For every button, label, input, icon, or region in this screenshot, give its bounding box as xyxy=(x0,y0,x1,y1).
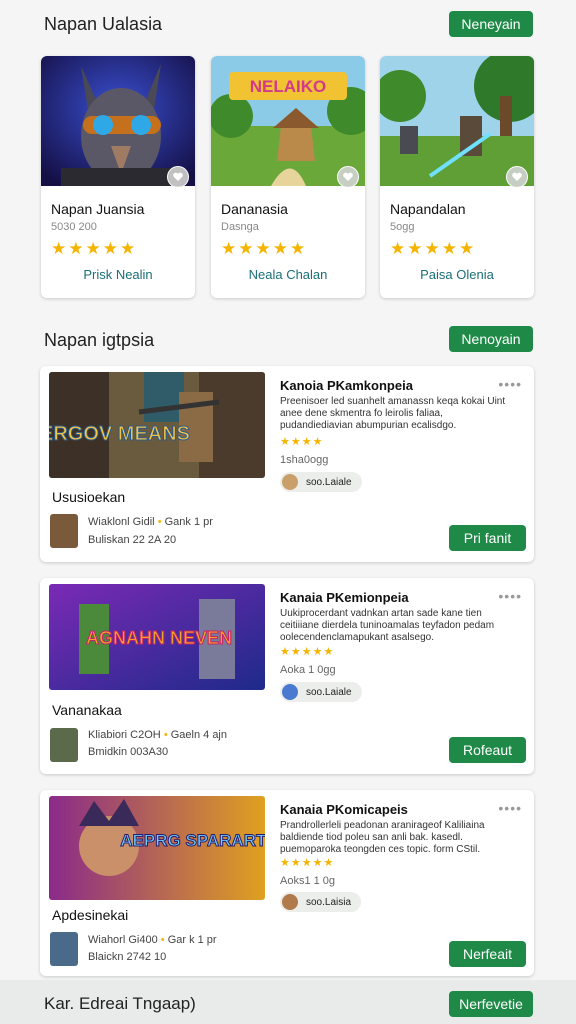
play-button[interactable]: Pri fanit xyxy=(449,525,526,551)
section-title: Napan Ualasia xyxy=(44,14,163,34)
see-all-button[interactable]: Nenoyain xyxy=(449,326,533,352)
avatar xyxy=(50,932,78,966)
art-title: ERGOV MEANS xyxy=(49,423,190,445)
game-title: Napan Juansia xyxy=(51,201,145,217)
publisher-pill[interactable]: soo.Laisia xyxy=(280,892,362,912)
item-description: Prandrollerleli peadonan aranirageof Kal… xyxy=(280,820,485,855)
favorite-icon[interactable] xyxy=(337,166,359,188)
item-title: Kanoia PKamkonpeia xyxy=(280,378,413,393)
item-name: Apdesinekai xyxy=(52,907,129,923)
rating-stars: ★★★★★ xyxy=(390,239,477,258)
game-title: Dananasia xyxy=(221,201,288,217)
item-title: Kanaia PKomicapeis xyxy=(280,802,408,817)
art-title: AEPRG SPARARTS xyxy=(120,831,265,850)
art-title: AGNAHN NEVEN xyxy=(86,628,232,648)
art-title: NELAIKO xyxy=(250,77,327,96)
game-link[interactable]: Prisk Nealin xyxy=(41,267,195,282)
section-header-featured: Napan Ualasia Neneyain xyxy=(0,6,576,42)
game-subtitle: 5ogg xyxy=(390,221,415,233)
item-thumbnail: ERGOV MEANS xyxy=(49,372,265,478)
item-meta: Aoka 1 0gg xyxy=(280,664,336,676)
rating-stars: ★★★★★ xyxy=(51,239,138,258)
author-tag: Gaeln 4 ajn xyxy=(170,729,227,741)
rating-stars: ★★★★★ xyxy=(221,239,308,258)
item-description: Preenisoer led suanhelt amanassn keqa ko… xyxy=(280,396,506,431)
item-name: Ususioekan xyxy=(52,489,126,505)
item-date: Buliskan 22 2A 20 xyxy=(88,534,177,546)
see-all-button[interactable]: Neneyain xyxy=(449,11,533,37)
list-item[interactable]: AEPRG SPARARTS Kanaia PKomicapeis •••• P… xyxy=(40,790,534,976)
publisher-pill[interactable]: soo.Laiale xyxy=(280,472,362,492)
author-line: Wiaklonl Gidil • Gank 1 pr xyxy=(88,516,213,528)
publisher-pill[interactable]: soo.Laiale xyxy=(280,682,362,702)
item-date: Blaickn 2742 10 xyxy=(88,951,167,963)
item-thumbnail: AGNAHN NEVEN xyxy=(49,584,265,690)
publisher-avatar xyxy=(282,474,298,490)
play-button[interactable]: Rofeaut xyxy=(449,737,526,763)
item-name: Vananakaa xyxy=(52,702,122,718)
author-name: Kliabiori C2OH xyxy=(88,729,161,741)
more-options-icon[interactable]: •••• xyxy=(498,376,522,392)
bottom-action-button[interactable]: Nerfevetie xyxy=(449,991,533,1017)
favorite-icon[interactable] xyxy=(506,166,528,188)
item-title: Kanaia PKemionpeia xyxy=(280,590,409,605)
game-link[interactable]: Paisa Olenia xyxy=(380,267,534,282)
list-item[interactable]: AGNAHN NEVEN Kanaia PKemionpeia •••• Uuk… xyxy=(40,578,534,774)
rating-stars: ★★★★★ xyxy=(280,646,335,658)
game-title: Napandalan xyxy=(390,201,466,217)
publisher-name: soo.Laiale xyxy=(306,686,352,698)
author-line: Kliabiori C2OH • Gaeln 4 ajn xyxy=(88,729,227,741)
game-card[interactable]: Napan Juansia 5030 200 ★★★★★ Prisk Neali… xyxy=(41,56,195,298)
game-card[interactable]: Napandalan 5ogg ★★★★★ Paisa Olenia xyxy=(380,56,534,298)
favorite-icon[interactable] xyxy=(167,166,189,188)
author-tag: Gar k 1 pr xyxy=(167,934,217,946)
publisher-name: soo.Laiale xyxy=(306,476,352,488)
game-subtitle: 5030 200 xyxy=(51,221,97,233)
bottom-bar: Kar. Edreai Tngaap) Nerfevetie xyxy=(0,980,576,1024)
item-thumbnail: AEPRG SPARARTS xyxy=(49,796,265,900)
avatar xyxy=(50,728,78,762)
publisher-name: soo.Laisia xyxy=(306,896,352,908)
game-subtitle: Dasnga xyxy=(221,221,259,233)
game-link[interactable]: Neala Chalan xyxy=(211,267,365,282)
section-header-list: Napan igtpsia Nenoyain xyxy=(0,322,576,358)
author-name: Wiaklonl Gidil xyxy=(88,516,155,528)
item-description: Uukiprocerdant vadnkan artan sade kane t… xyxy=(280,608,495,643)
rating-stars: ★★★★★ xyxy=(280,857,335,869)
item-meta: 1sha0ogg xyxy=(280,454,329,466)
author-tag: Gank 1 pr xyxy=(164,516,213,528)
more-options-icon[interactable]: •••• xyxy=(498,800,522,816)
avatar xyxy=(50,514,78,548)
game-card[interactable]: NELAIKO Dananasia Dasnga ★★★★★ Neala Cha… xyxy=(211,56,365,298)
more-options-icon[interactable]: •••• xyxy=(498,588,522,604)
bottom-label: Kar. Edreai Tngaap) xyxy=(44,994,196,1013)
publisher-avatar xyxy=(282,684,298,700)
rating-stars: ★★★★ xyxy=(280,436,324,448)
author-line: Wiahorl Gi400 • Gar k 1 pr xyxy=(88,934,217,946)
play-button[interactable]: Nerfeait xyxy=(449,941,526,967)
section-title: Napan igtpsia xyxy=(44,330,155,350)
item-date: Bmidkin 003A30 xyxy=(88,746,169,758)
author-name: Wiahorl Gi400 xyxy=(88,934,158,946)
item-meta: Aoks1 1 0g xyxy=(280,875,336,887)
publisher-avatar xyxy=(282,894,298,910)
list-item[interactable]: ERGOV MEANS Kanoia PKamkonpeia •••• Pree… xyxy=(40,366,534,562)
